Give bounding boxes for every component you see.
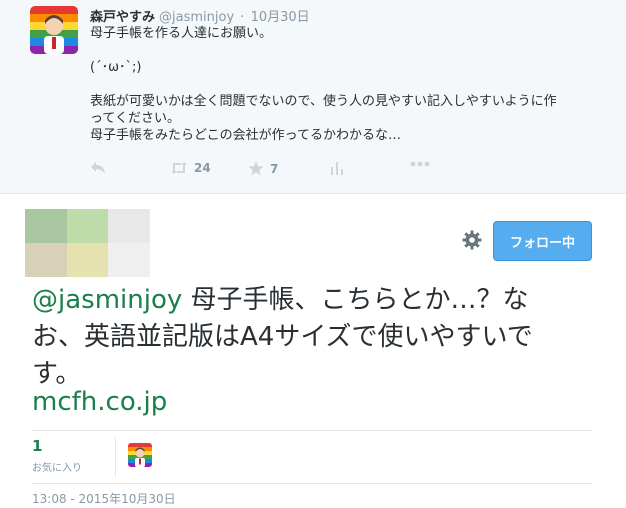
analytics-icon [330, 161, 344, 175]
tweet-text-line: 母子手帳を作る人達にお願い。 [90, 26, 273, 41]
reply-icon [90, 161, 106, 175]
main-tweet-text: @jasminjoy 母子手帳、こちらとか…？な お、英語並記版はA4サイズで使… [32, 282, 592, 393]
tweet-text-line [90, 42, 610, 59]
tweet-text-line [90, 76, 610, 93]
user-handle[interactable]: @jasminjoy [159, 10, 234, 25]
gear-icon[interactable] [461, 229, 483, 251]
star-icon [248, 161, 264, 176]
tweet-stats: 1 お気に入り [32, 430, 592, 484]
reply-button[interactable] [90, 161, 106, 175]
following-button[interactable]: フォロー中 [493, 221, 592, 261]
url-link[interactable]: mcfh.co.jp [32, 384, 167, 421]
main-tweet-line: お、英語並記版はA4サイズで使いやすいで [32, 322, 533, 352]
more-button[interactable] [410, 161, 430, 167]
tweet-text-line: ってください。 [90, 111, 180, 126]
stats-divider [115, 437, 116, 477]
tweet-text: 母子手帳を作る人達にお願い。 (´･ω･`;) 表紙が可愛いかは全く問題でないの… [90, 25, 610, 144]
tweet-text-line: 母子手帳をみたらどこの会社が作ってるかわかるな… [90, 128, 401, 143]
tweet-text-line: 表紙が可愛いかは全く問題でないので、使う人の見やすい記入しやすいように作 [90, 94, 557, 109]
tweet-header: 森戸やすみ @jasminjoy · 10月30日 [90, 6, 310, 25]
parent-tweet: 森戸やすみ @jasminjoy · 10月30日 母子手帳を作る人達にお願い。 … [0, 0, 626, 194]
tweet-text-line: (´･ω･`;) [90, 60, 142, 75]
favorite-count: 7 [270, 161, 279, 176]
main-tweet-line-rest: 母子手帳、こちらとか…？な [182, 285, 529, 315]
mention-link[interactable]: @jasminjoy [32, 285, 182, 315]
tweet-date[interactable]: 10月30日 [251, 10, 310, 25]
header-separator: · [240, 10, 245, 25]
main-tweet-line: @jasminjoy 母子手帳、こちらとか…？な [32, 282, 592, 319]
retweet-button[interactable]: 24 [170, 161, 211, 175]
favorites-label[interactable]: お気に入り [32, 459, 82, 474]
tweet-timestamp[interactable]: 13:08 - 2015年10月30日 [32, 490, 176, 507]
favorite-button[interactable]: 7 [248, 161, 278, 176]
favoriter-avatar[interactable] [128, 443, 152, 467]
analytics-button[interactable] [330, 161, 344, 175]
more-icon [410, 161, 430, 167]
favorites-count[interactable]: 1 [32, 437, 42, 455]
retweet-count: 24 [194, 161, 211, 175]
user-avatar[interactable] [30, 6, 78, 54]
user-name[interactable]: 森戸やすみ [90, 10, 155, 25]
retweet-icon [170, 161, 188, 175]
author-avatar[interactable] [25, 209, 150, 277]
